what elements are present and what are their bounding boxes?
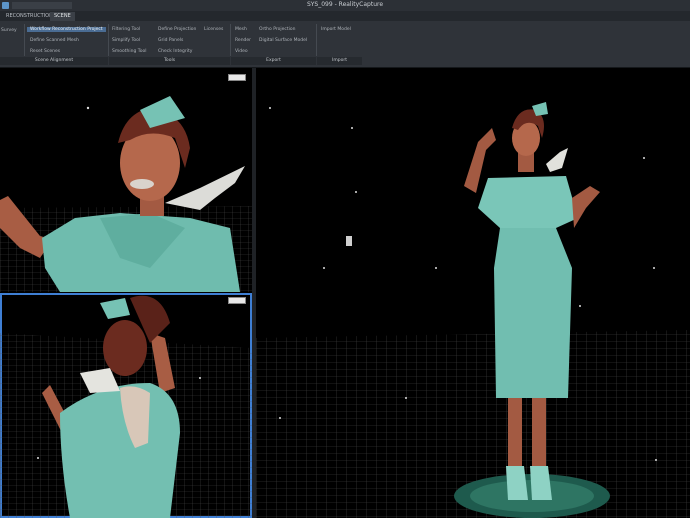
ribbon-separator [230,24,231,56]
group-label-export: Export [266,58,281,63]
group-label-tools: Tools [163,58,176,63]
group-label-import: Import [332,58,347,63]
window-title: SYS_099 - RealityCapture [306,1,384,8]
ribbon-import-model[interactable]: Import Model [321,27,351,32]
ribbon-define-scanned-mesh[interactable]: Define Scanned Mesh [30,38,79,43]
ribbon-filtering-tool[interactable]: Filtering Tool [112,27,140,32]
ribbon-ortho-projection[interactable]: Ortho Projection [259,27,295,32]
viewport-bottom-left-canvas [0,295,252,518]
ribbon-separator [24,24,25,56]
viewport-right-canvas [256,102,690,518]
viewport-bottom-left[interactable] [0,293,252,518]
viewport-top-left[interactable] [0,68,252,292]
ribbon-export-mesh[interactable]: Mesh [235,27,247,32]
ribbon-define-projection[interactable]: Define Projection [158,27,196,32]
ribbon-simplify-tool[interactable]: Simplify Tool [112,38,140,43]
ribbon-separator [108,24,109,56]
ribbon-workflow-reconstruction[interactable]: Workflow Reconstruction Project [27,27,106,32]
ribbon-export-render[interactable]: Render [235,38,251,43]
ribbon-survey[interactable]: Survey [1,28,17,33]
ribbon-grid-panels[interactable]: Grid Panels [158,38,183,43]
viewport-top-left-canvas [0,96,252,292]
title-bar: SYS_099 - RealityCapture [0,0,690,11]
viewport-bottom-left-menu-button[interactable] [228,297,246,304]
ribbon-export-video[interactable]: Video [235,49,248,54]
group-label-alignment: Scene Alignment [34,58,74,63]
ribbon-digital-surface-model[interactable]: Digital Surface Model [259,38,307,43]
viewport-right[interactable] [256,68,690,518]
ribbon-check-integrity[interactable]: Check Integrity [158,49,192,54]
ribbon-tabs: RECONSTRUCTION SCENE [0,11,690,21]
ribbon-smoothing-tool[interactable]: Smoothing Tool [112,49,147,54]
tab-scene[interactable]: SCENE [50,12,75,21]
viewport-top-left-menu-button[interactable] [228,74,246,81]
ribbon-reset-scenes[interactable]: Reset Scenes [30,49,60,54]
tab-reconstruction[interactable]: RECONSTRUCTION [2,12,57,21]
ribbon-licenses[interactable]: Licenses [204,27,223,32]
ribbon-separator [316,24,317,56]
